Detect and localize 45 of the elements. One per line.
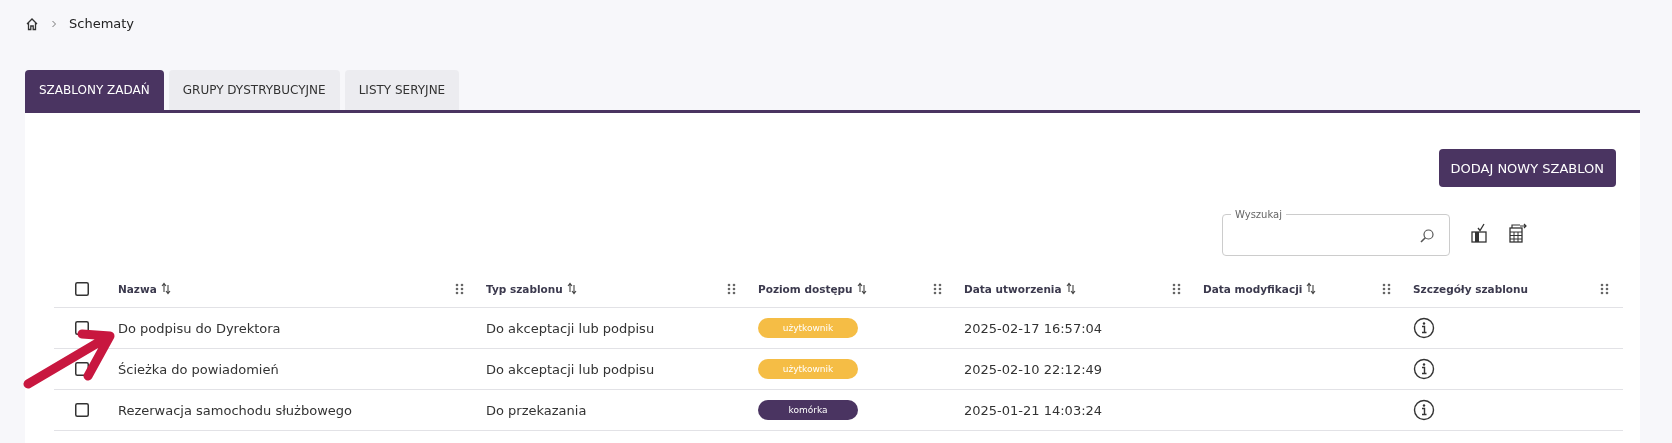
table-cell: 2025-02-10 22:12:49 xyxy=(964,361,1103,377)
table-cell: Do akceptacji lub podpisu xyxy=(486,361,655,377)
sort-icon[interactable] xyxy=(856,282,867,295)
column-header[interactable]: Typ szablonu xyxy=(486,282,577,295)
info-icon[interactable] xyxy=(1413,358,1435,380)
column-header[interactable]: Szczegóły szablonu xyxy=(1413,282,1528,295)
drag-handle-icon[interactable] xyxy=(1172,282,1181,295)
checkbox[interactable] xyxy=(75,403,89,417)
tab[interactable]: SZABLONY ZADAŃ xyxy=(25,70,164,110)
drag-handle-icon[interactable] xyxy=(1382,282,1391,295)
info-icon[interactable] xyxy=(1413,399,1435,421)
drag-handle-icon[interactable] xyxy=(1600,282,1609,295)
table-cell: Do akceptacji lub podpisu xyxy=(486,320,655,336)
sort-icon[interactable] xyxy=(566,282,577,295)
info-icon[interactable] xyxy=(1413,317,1435,339)
search-field[interactable]: Wyszukaj xyxy=(1222,209,1450,256)
tab[interactable]: LISTY SERYJNE xyxy=(344,70,460,110)
access-level-badge: użytkownik xyxy=(758,318,858,338)
add-template-button[interactable]: DODAJ NOWY SZABLON xyxy=(1438,149,1616,187)
column-header[interactable]: Poziom dostępu xyxy=(758,282,867,295)
access-level-badge: komórka xyxy=(758,400,858,420)
table-cell: 2025-02-17 16:57:04 xyxy=(964,320,1103,336)
table-cell: Do podpisu do Dyrektora xyxy=(118,320,281,336)
table-cell: Do przekazania xyxy=(486,402,587,418)
home-icon[interactable] xyxy=(25,16,39,31)
sort-icon[interactable] xyxy=(160,282,171,295)
chevron-icon xyxy=(51,19,57,28)
sort-icon[interactable] xyxy=(1306,282,1317,295)
table-cell: Rezerwacja samochodu służbowego xyxy=(118,402,352,418)
access-level-badge: użytkownik xyxy=(758,359,858,379)
column-header[interactable]: Data modyfikacji xyxy=(1203,282,1317,295)
table-cell: Ścieżka do powiadomień xyxy=(118,361,279,377)
search-icon[interactable] xyxy=(1419,228,1435,244)
breadcrumb-current: Schematy xyxy=(69,16,135,31)
table-cell: 2025-01-21 14:03:24 xyxy=(964,402,1103,418)
checkbox[interactable] xyxy=(75,281,89,296)
column-toggle-icon[interactable] xyxy=(1470,222,1488,243)
drag-handle-icon[interactable] xyxy=(727,282,736,295)
column-header[interactable]: Data utworzenia xyxy=(964,282,1076,295)
drag-handle-icon[interactable] xyxy=(455,282,464,295)
column-header[interactable]: Nazwa xyxy=(118,282,171,295)
drag-handle-icon[interactable] xyxy=(933,282,942,295)
table-export-icon[interactable] xyxy=(1508,222,1528,243)
sort-icon[interactable] xyxy=(1065,282,1076,295)
tab[interactable]: GRUPY DYSTRYBUCYJNE xyxy=(168,70,340,110)
